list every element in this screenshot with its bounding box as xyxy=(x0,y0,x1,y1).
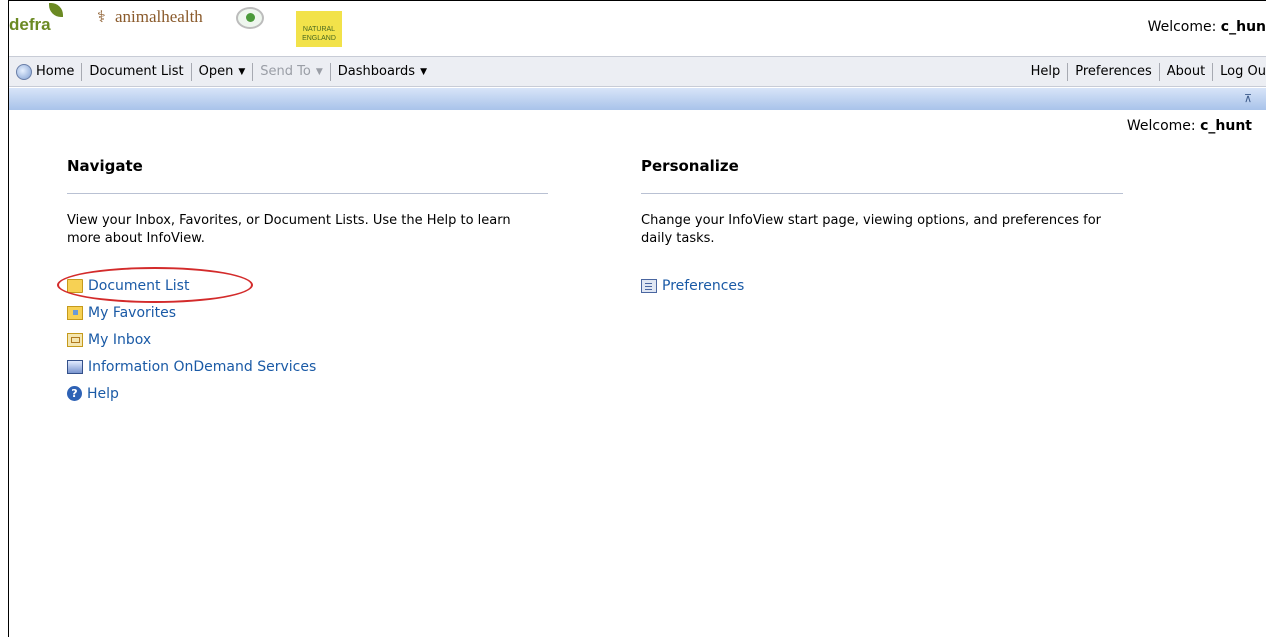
my-favorites-link[interactable]: My Favorites xyxy=(67,299,548,326)
welcome-label: Welcome: xyxy=(1147,19,1217,35)
inbox-icon xyxy=(67,332,83,347)
about-link[interactable]: About xyxy=(1160,57,1212,86)
help-link[interactable]: Help xyxy=(1024,57,1068,86)
document-list-button[interactable]: Document List xyxy=(82,57,190,86)
send-to-label: Send To xyxy=(260,64,311,79)
caduceus-icon: ⚕ xyxy=(97,9,106,26)
navigate-section: Navigate View your Inbox, Favorites, or … xyxy=(67,157,548,407)
natural-england-logo: NATURAL ENGLAND xyxy=(296,11,342,47)
open-label: Open xyxy=(198,64,234,79)
home-icon xyxy=(16,63,32,80)
help-label: Help xyxy=(1030,64,1061,79)
dashboards-label: Dashboards xyxy=(337,64,416,79)
my-inbox-link-label: My Inbox xyxy=(88,331,152,348)
chevron-down-icon: ▼ xyxy=(238,66,246,77)
chevron-down-icon: ▼ xyxy=(315,66,323,77)
help-nav-link-label: Help xyxy=(87,385,119,402)
welcome-banner: Welcome: c_hun xyxy=(1148,19,1266,35)
preferences-page-link-label: Preferences xyxy=(662,277,745,294)
personalize-section: Personalize Change your InfoView start p… xyxy=(641,157,1123,299)
document-list-link[interactable]: Document List xyxy=(67,272,548,299)
defra-leaf-icon xyxy=(49,3,63,17)
app-frame: defra ⚕ animalhealth NATURAL ENGLAND Welc… xyxy=(8,0,1266,637)
my-favorites-link-label: My Favorites xyxy=(88,304,177,321)
navigate-title: Navigate xyxy=(67,157,143,175)
chevron-down-icon: ▼ xyxy=(420,66,427,77)
ondemand-services-link-label: Information OnDemand Services xyxy=(88,358,317,375)
document-list-link-label: Document List xyxy=(88,277,190,294)
help-icon: ? xyxy=(67,386,82,401)
preferences-icon xyxy=(641,278,657,293)
toolbar-right: Help Preferences About Log Ou xyxy=(1024,57,1266,86)
preferences-link[interactable]: Preferences xyxy=(1068,57,1158,86)
open-menu-button[interactable]: Open ▼ xyxy=(192,57,253,86)
favorites-folder-icon xyxy=(67,305,83,320)
my-inbox-link[interactable]: My Inbox xyxy=(67,326,548,353)
ondemand-services-icon xyxy=(67,359,83,374)
welcome-username: c_hun xyxy=(1220,19,1266,35)
personalize-title: Personalize xyxy=(641,157,739,175)
toolbar-left: Home Document List Open ▼ Send To ▼ Dash… xyxy=(9,57,434,86)
preferences-label: Preferences xyxy=(1075,64,1152,79)
welcome-username: c_hunt xyxy=(1200,118,1252,134)
section-divider xyxy=(641,193,1123,194)
header-banner: defra ⚕ animalhealth NATURAL ENGLAND Welc… xyxy=(9,1,1266,53)
home-button[interactable]: Home xyxy=(9,57,81,86)
collapse-header-icon[interactable]: ⊼ xyxy=(1244,92,1252,105)
dashboards-menu-button[interactable]: Dashboards ▼ xyxy=(331,57,434,86)
send-to-menu-button[interactable]: Send To ▼ xyxy=(253,57,329,86)
animalhealth-logo-text: animalhealth xyxy=(115,7,203,26)
about-label: About xyxy=(1166,64,1206,79)
home-label: Home xyxy=(36,64,75,79)
ondemand-services-link[interactable]: Information OnDemand Services xyxy=(67,353,548,380)
navigate-description: View your Inbox, Favorites, or Document … xyxy=(67,213,511,246)
preferences-page-link[interactable]: Preferences xyxy=(641,272,1123,299)
logout-label: Log Ou xyxy=(1220,64,1266,79)
welcome-label: Welcome: xyxy=(1126,118,1196,134)
welcome-subheader: Welcome: c_hunt xyxy=(1127,118,1252,134)
personalize-links: Preferences xyxy=(641,272,1123,299)
personalize-description: Change your InfoView start page, viewing… xyxy=(641,213,1102,246)
section-divider xyxy=(67,193,548,194)
logout-link[interactable]: Log Ou xyxy=(1213,57,1266,86)
agency-badge-icon xyxy=(236,7,264,29)
navigate-links: Document List My Favorites My Inbox Info… xyxy=(67,272,548,407)
folder-icon xyxy=(67,278,83,293)
document-list-label: Document List xyxy=(89,64,184,79)
animalhealth-logo: ⚕ animalhealth xyxy=(97,7,203,27)
header-band: ⊼ xyxy=(9,88,1266,110)
defra-logo: defra xyxy=(9,15,51,34)
main-toolbar: Home Document List Open ▼ Send To ▼ Dash… xyxy=(9,56,1266,87)
help-nav-link[interactable]: ? Help xyxy=(67,380,548,407)
